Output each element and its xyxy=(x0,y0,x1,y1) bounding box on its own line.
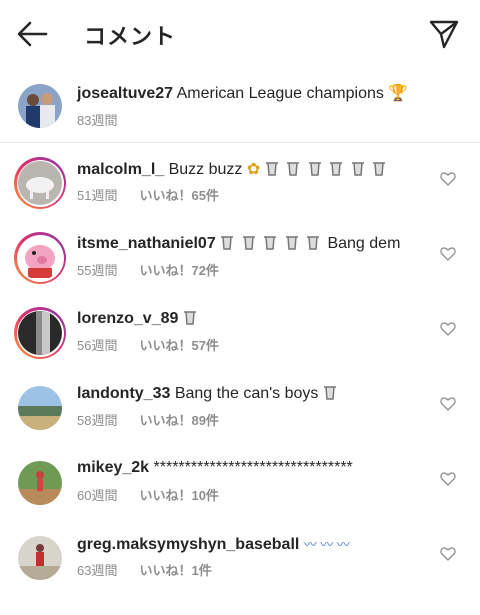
trash-can-icon xyxy=(242,236,255,250)
trash-can-icon xyxy=(287,162,300,176)
likes-count[interactable]: いいね！57件 xyxy=(139,338,218,353)
avatar-photo-icon xyxy=(18,84,62,128)
avatar[interactable] xyxy=(18,84,62,128)
caption-text: American League champions xyxy=(176,85,384,102)
comment-username[interactable]: greg.maksymyshyn_baseball xyxy=(77,536,299,553)
comment-row: landonty_33 Bang the can's boys 58週間 いいね！… xyxy=(0,372,480,447)
wave-icon: 〰 xyxy=(303,537,317,552)
heart-icon[interactable] xyxy=(440,246,456,262)
caption-username[interactable]: josealtuve27 xyxy=(77,85,173,102)
avatar[interactable] xyxy=(18,536,62,580)
caption-time: 83週間 xyxy=(77,113,118,128)
comment-username[interactable]: mikey_2k xyxy=(77,459,149,476)
likes-count[interactable]: いいね！1件 xyxy=(139,563,211,578)
avatar-photo-icon xyxy=(18,386,62,430)
comment-username[interactable]: malcolm_l_ xyxy=(77,161,164,178)
send-icon[interactable] xyxy=(428,18,460,50)
avatar[interactable] xyxy=(18,461,62,505)
comment-text: ******************************** xyxy=(153,459,353,476)
comment-row: malcolm_l_ Buzz buzz ✿ 51週間 いいね！65件 xyxy=(0,147,480,222)
comment-text: Bang the can's boys xyxy=(174,385,319,402)
heart-icon[interactable] xyxy=(440,171,456,187)
bee-icon: ✿ xyxy=(246,161,261,178)
comment-row: greg.maksymyshyn_baseball 〰 〰 〰 63週間 いいね！… xyxy=(0,522,480,597)
story-ring[interactable] xyxy=(14,307,66,359)
likes-count[interactable]: いいね！65件 xyxy=(139,188,218,203)
avatar xyxy=(18,161,62,205)
comment-username[interactable]: itsme_nathaniel07 xyxy=(77,235,216,252)
likes-count[interactable]: いいね！89件 xyxy=(139,413,218,428)
comment-time: 58週間 xyxy=(77,413,118,428)
comment-time: 55週間 xyxy=(77,263,118,278)
back-arrow-icon[interactable] xyxy=(14,18,50,50)
likes-count[interactable]: いいね！10件 xyxy=(139,488,218,503)
page-title: コメント xyxy=(84,24,177,49)
heart-icon[interactable] xyxy=(440,321,456,337)
trash-can-icon xyxy=(308,162,321,176)
story-ring[interactable] xyxy=(14,157,66,209)
wave-icon: 〰 xyxy=(336,537,350,552)
avatar-photo-icon xyxy=(18,161,62,205)
story-ring[interactable] xyxy=(14,232,66,284)
trash-can-icon xyxy=(323,386,336,400)
heart-icon[interactable] xyxy=(440,546,456,562)
comment-time: 56週間 xyxy=(77,338,118,353)
trash-can-icon xyxy=(330,162,343,176)
trophy-icon: 🏆 xyxy=(388,85,409,102)
comment-row: lorenzo_v_89 56週間 いいね！57件 xyxy=(0,297,480,372)
likes-count[interactable]: いいね！72件 xyxy=(139,263,218,278)
comment-username[interactable]: lorenzo_v_89 xyxy=(77,310,178,327)
header-bar: コメント xyxy=(0,0,480,68)
avatar-photo-icon xyxy=(18,236,62,280)
comment-row: mikey_2k *******************************… xyxy=(0,447,480,522)
avatar-photo-icon xyxy=(18,461,62,505)
trash-can-icon xyxy=(183,311,196,325)
trash-can-icon xyxy=(351,162,364,176)
wave-icon: 〰 xyxy=(320,537,333,552)
heart-icon[interactable] xyxy=(440,471,456,487)
trash-can-icon xyxy=(264,236,277,250)
comment-text: Bang dem xyxy=(327,235,401,252)
comment-time: 60週間 xyxy=(77,488,118,503)
trash-can-icon xyxy=(307,236,319,250)
comment-username[interactable]: landonty_33 xyxy=(77,385,170,402)
trash-can-icon xyxy=(285,236,298,250)
avatar xyxy=(18,236,62,280)
comment-text: Buzz buzz xyxy=(168,161,243,178)
trash-can-icon xyxy=(265,162,278,176)
heart-icon[interactable] xyxy=(440,396,456,412)
comment-time: 63週間 xyxy=(77,563,118,578)
trash-can-icon xyxy=(221,236,234,250)
trash-can-icon xyxy=(373,162,385,176)
avatar-photo-icon xyxy=(18,311,62,355)
comment-time: 51週間 xyxy=(77,188,118,203)
avatar-photo-icon xyxy=(18,536,62,580)
avatar xyxy=(18,311,62,355)
comment-row: itsme_nathaniel07 Bang dem 55週間 いいね！72件 xyxy=(0,222,480,297)
avatar[interactable] xyxy=(18,386,62,430)
post-caption: josealtuve27 American League champions 🏆… xyxy=(0,68,480,143)
